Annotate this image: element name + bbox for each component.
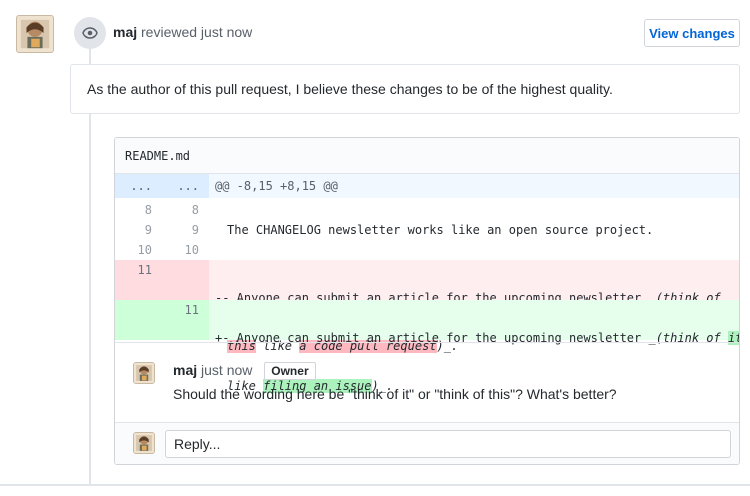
deleted-line: 11 -- Anyone can submit an article for t… [115, 260, 739, 353]
avatar[interactable] [133, 432, 155, 454]
hunk-old-ln[interactable]: ... [115, 174, 162, 198]
diff-table: ... ... @@ -8,15 +8,15 @@ 8 8 9 9 The CH… [115, 174, 739, 393]
old-line-number-empty [115, 300, 162, 340]
deleted-code: -- Anyone can submit an article for the … [209, 260, 739, 353]
new-line-number[interactable]: 8 [162, 200, 209, 220]
hunk-header: @@ -8,15 +8,15 @@ [209, 174, 739, 198]
diff-line: 8 8 [115, 200, 739, 220]
added-code: +- Anyone can submit an article for the … [209, 300, 739, 393]
avatar[interactable] [133, 362, 155, 384]
line-code: The CHANGELOG newsletter works like an o… [227, 223, 654, 237]
diff-line: 10 10 [115, 240, 739, 260]
new-line-number-empty [162, 260, 209, 300]
diff-line: 9 9 The CHANGELOG newsletter works like … [115, 220, 739, 240]
comment-author[interactable]: maj [173, 362, 197, 378]
review-author[interactable]: maj [113, 24, 137, 40]
diff-file: README.md ... ... @@ -8,15 +8,15 @@ 8 8 … [114, 137, 740, 465]
eye-icon [74, 17, 106, 49]
comment-body: Should the wording here be "think of it"… [173, 386, 617, 402]
old-line-number[interactable]: 9 [115, 220, 162, 240]
new-line-number[interactable]: 9 [162, 220, 209, 240]
review-action: reviewed just now [141, 24, 253, 40]
file-name[interactable]: README.md [115, 138, 739, 174]
review-body: As the author of this pull request, I be… [70, 64, 740, 114]
timeline-divider [0, 484, 750, 486]
hunk-row: ... ... @@ -8,15 +8,15 @@ [115, 174, 739, 198]
hunk-new-ln[interactable]: ... [162, 174, 209, 198]
owner-badge: Owner [264, 362, 316, 380]
reply-bar [115, 422, 739, 464]
added-line: 11 +- Anyone can submit an article for t… [115, 300, 739, 393]
review-header: maj reviewed just now [113, 24, 252, 40]
old-line-number[interactable]: 8 [115, 200, 162, 220]
reply-input[interactable] [165, 430, 731, 458]
old-line-number[interactable]: 11 [115, 260, 162, 300]
inline-comment: maj just now Owner Should the wording he… [115, 342, 739, 422]
new-line-number[interactable]: 11 [162, 300, 209, 340]
comment-header: maj just now Owner [173, 362, 316, 380]
view-changes-button[interactable]: View changes [644, 19, 740, 47]
comment-time[interactable]: just now [201, 362, 252, 378]
new-line-number[interactable]: 10 [162, 240, 209, 260]
old-line-number[interactable]: 10 [115, 240, 162, 260]
avatar[interactable] [16, 15, 54, 53]
